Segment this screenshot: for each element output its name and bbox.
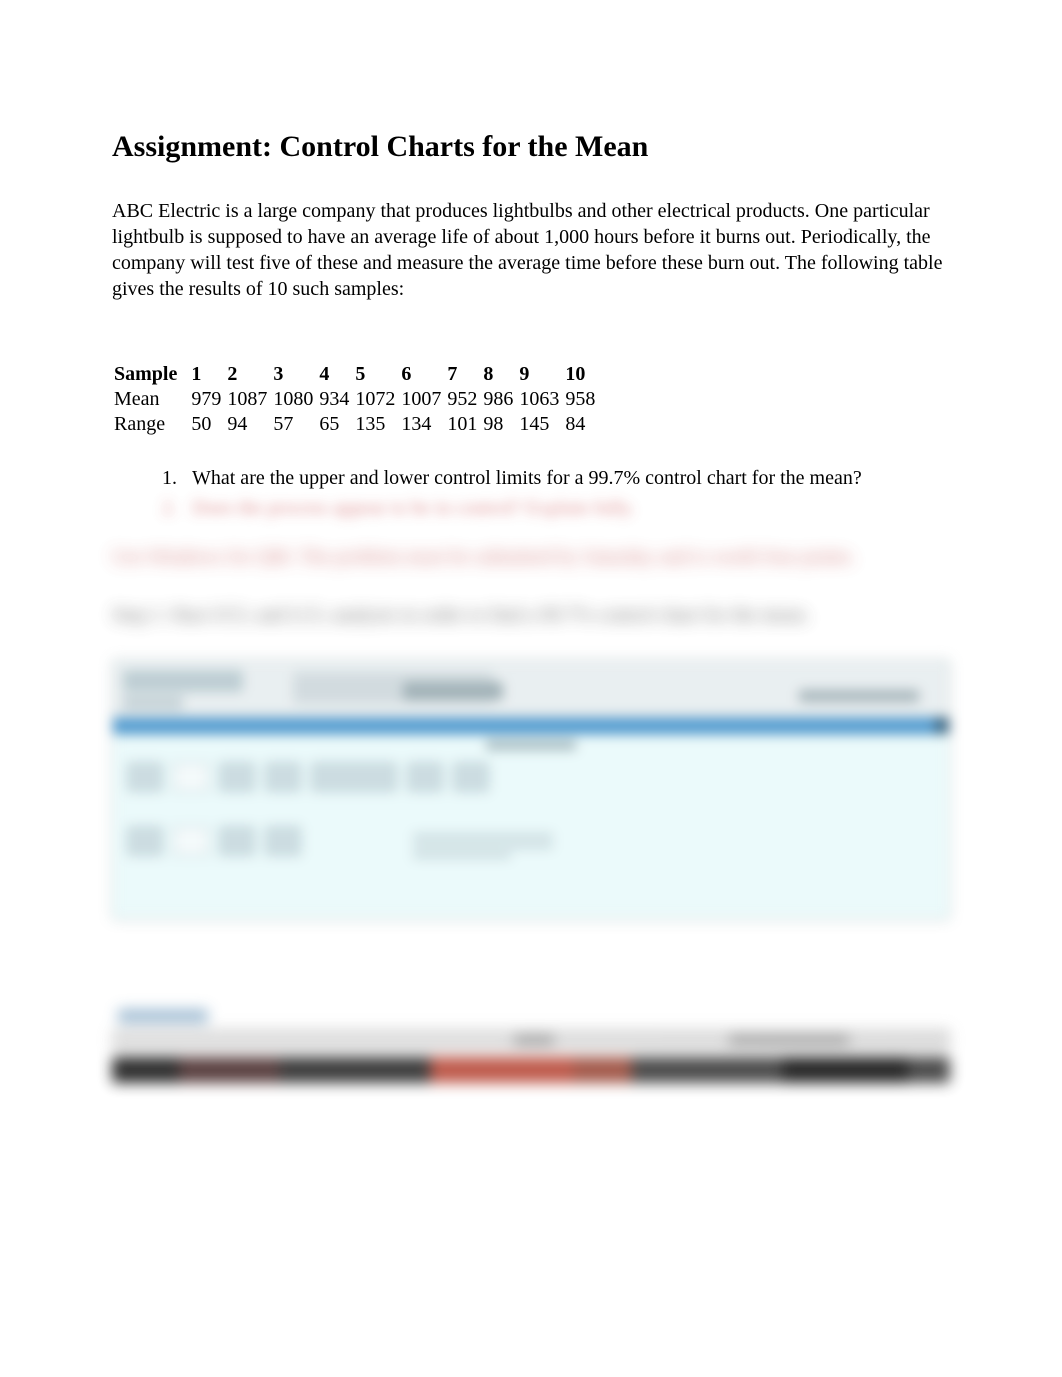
col-header: 5 (355, 362, 401, 387)
row-label: Mean (114, 387, 191, 412)
cell: 1087 (227, 387, 273, 412)
cell: 1072 (355, 387, 401, 412)
app-grid-row (127, 762, 489, 792)
cell (265, 762, 301, 792)
col-header: 8 (483, 362, 519, 387)
dark-bar (112, 1057, 950, 1083)
cell (219, 762, 255, 792)
app-toolbar (113, 660, 949, 718)
cell: 958 (565, 387, 601, 412)
col-header: 9 (519, 362, 565, 387)
intro-paragraph: ABC Electric is a large company that pro… (112, 198, 950, 302)
col-header: 10 (565, 362, 601, 387)
app-toolbar-group2 (403, 682, 503, 700)
col-header: 7 (447, 362, 483, 387)
cell: 98 (483, 412, 519, 437)
cell (173, 826, 209, 856)
question-item-1: What are the upper and lower control lim… (182, 463, 950, 493)
cell: 1007 (401, 387, 447, 412)
col-header: 2 (227, 362, 273, 387)
cell: 94 (227, 412, 273, 437)
app-toolbar-right (799, 690, 919, 702)
blurred-app-screenshot (112, 659, 950, 919)
cell (127, 826, 163, 856)
app-tab (123, 670, 243, 692)
app-body (113, 734, 949, 919)
table-row-range: Range 50 94 57 65 135 134 101 98 145 84 (114, 412, 601, 437)
cell (127, 762, 163, 792)
col-header: 3 (273, 362, 319, 387)
cell: 101 (447, 412, 483, 437)
question-list: What are the upper and lower control lim… (162, 463, 950, 523)
cell: 1063 (519, 387, 565, 412)
table-row-mean: Mean 979 1087 1080 934 1072 1007 952 986… (114, 387, 601, 412)
app-hint (486, 740, 576, 750)
col-header: 1 (191, 362, 227, 387)
blurred-submit-note: Use Windows for QM. The problem must be … (112, 543, 950, 571)
col-header: 6 (401, 362, 447, 387)
app-text-lines (413, 834, 553, 864)
table-header-row: Sample 1 2 3 4 5 6 7 8 9 10 (114, 362, 601, 387)
sample-data-table: Sample 1 2 3 4 5 6 7 8 9 10 Mean 979 108… (114, 362, 601, 437)
question-item-2-blurred: Does the process appear to be in control… (182, 493, 950, 523)
cell: 57 (273, 412, 319, 437)
cell (219, 826, 255, 856)
col-header: 4 (319, 362, 355, 387)
cell: 952 (447, 387, 483, 412)
blurred-step-note: Step 1: Run UCL and LCL analysis in orde… (112, 601, 950, 629)
cell (173, 762, 209, 792)
cell: 65 (319, 412, 355, 437)
cell: 986 (483, 387, 519, 412)
cell: 134 (401, 412, 447, 437)
cell (407, 762, 443, 792)
page-title: Assignment: Control Charts for the Mean (112, 130, 950, 164)
app-header-bar (113, 718, 949, 734)
cell: 84 (565, 412, 601, 437)
small-label (118, 1009, 208, 1023)
cell: 934 (319, 387, 355, 412)
row-label: Range (114, 412, 191, 437)
app-grid-row (127, 826, 301, 856)
gray-bar (112, 1029, 950, 1051)
cell: 145 (519, 412, 565, 437)
cell: 135 (355, 412, 401, 437)
cell (265, 826, 301, 856)
cell (311, 762, 397, 792)
cell: 979 (191, 387, 227, 412)
cell: 50 (191, 412, 227, 437)
table-corner-label: Sample (114, 362, 191, 387)
app-subtab (123, 696, 183, 710)
blurred-bottom-preview (112, 1009, 950, 1083)
cell: 1080 (273, 387, 319, 412)
cell (453, 762, 489, 792)
